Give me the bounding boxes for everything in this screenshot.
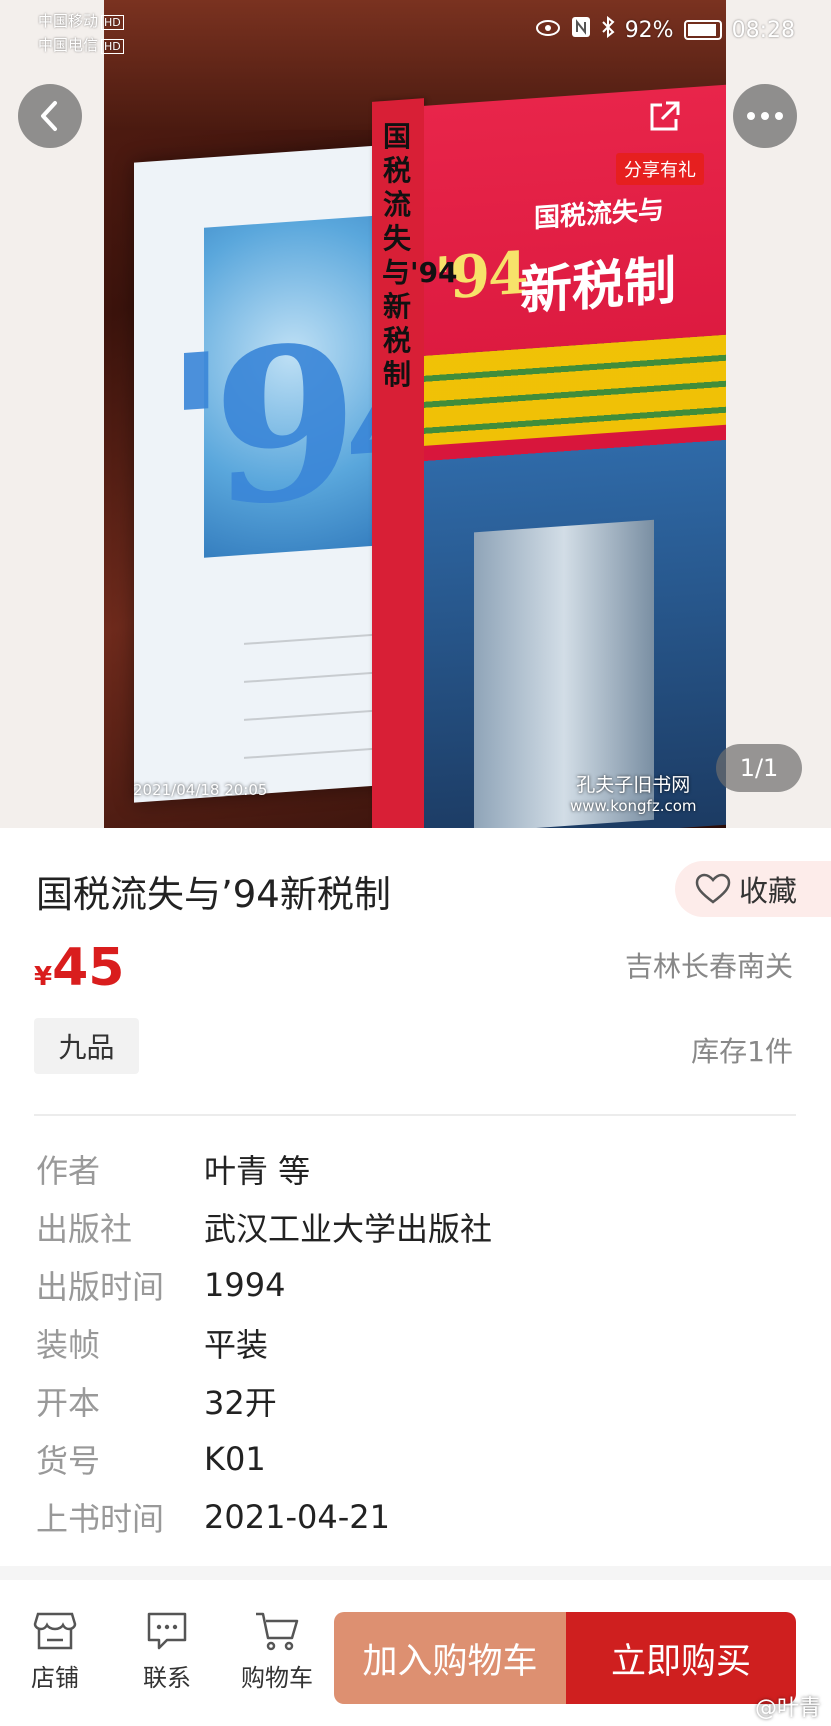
product-title: 国税流失与’94新税制 — [36, 873, 391, 916]
share-button[interactable] — [636, 92, 692, 142]
section-gap — [0, 1566, 831, 1580]
chat-icon — [147, 1612, 187, 1650]
detail-label: 货号 — [36, 1442, 101, 1480]
share-icon — [650, 101, 680, 131]
hd-badge: HD — [101, 15, 124, 30]
photo-page-indicator: 1/1 — [716, 744, 802, 792]
tab-store-label: 店铺 — [31, 1664, 79, 1692]
cart-icon — [256, 1612, 299, 1651]
store-icon — [33, 1612, 77, 1650]
product-photo[interactable]: '94 国税流失与 '94 新税制 国税流失与'94新税制 — [104, 0, 726, 828]
divider — [34, 1114, 796, 1116]
hd-badge: HD — [101, 39, 124, 54]
more-dots-icon — [747, 112, 755, 120]
detail-label: 装帧 — [36, 1326, 101, 1364]
detail-row-binding: 装帧 平装 — [36, 1314, 492, 1372]
clock: 08:28 — [731, 17, 795, 43]
seller-location: 吉林长春南关 — [624, 950, 793, 983]
detail-label: 作者 — [36, 1152, 101, 1190]
favorite-button[interactable]: 收藏 — [675, 861, 831, 917]
add-to-cart-button[interactable]: 加入购物车 — [334, 1612, 566, 1704]
price-value: 45 — [52, 938, 125, 998]
battery-percent: 92% — [624, 17, 674, 43]
detail-label: 出版时间 — [36, 1268, 165, 1306]
more-button[interactable] — [733, 84, 797, 148]
weibo-watermark: @叶青 — [754, 1696, 821, 1721]
cover-subtitle: 国税流失与 — [534, 195, 665, 235]
tab-cart-label: 购物车 — [241, 1664, 313, 1692]
heart-icon — [695, 873, 731, 904]
book-details: 作者 叶青 等 出版社 武汉工业大学出版社 出版时间 1994 装帧 平装 开本 32开 … — [36, 1140, 492, 1546]
detail-row-listed-date: 上书时间 2021-04-21 — [36, 1488, 492, 1546]
chevron-left-icon — [41, 101, 57, 131]
status-indicators: 92% 08:28 — [535, 15, 795, 44]
battery-icon — [683, 20, 722, 40]
carrier-2: 中国电信 HD — [38, 34, 124, 55]
detail-value: 叶青 等 — [204, 1152, 311, 1190]
share-reward-label[interactable]: 分享有礼 — [616, 153, 704, 185]
spine-title: 国税流失与'94新税制 — [382, 120, 458, 391]
back-button[interactable] — [18, 84, 82, 148]
book-front-cover: 国税流失与 '94 新税制 — [424, 84, 726, 828]
tab-cart[interactable]: 购物车 — [232, 1610, 322, 1693]
product-photo-carousel[interactable]: '94 国税流失与 '94 新税制 国税流失与'94新税制 2021/04/18… — [0, 0, 831, 828]
detail-row-publisher: 出版社 武汉工业大学出版社 — [36, 1198, 492, 1256]
currency-symbol: ¥ — [34, 962, 53, 992]
detail-value: K01 — [204, 1440, 266, 1478]
watermark-title: 孔夫子旧书网 — [576, 774, 691, 796]
detail-value: 32开 — [204, 1384, 277, 1422]
stock-count: 库存1件 — [691, 1035, 793, 1068]
price: ¥45 — [34, 938, 124, 998]
tab-contact-label: 联系 — [143, 1664, 191, 1692]
bluetooth-icon — [601, 15, 615, 44]
favorite-label: 收藏 — [739, 874, 798, 908]
detail-value: 1994 — [204, 1266, 286, 1304]
detail-label: 出版社 — [36, 1210, 133, 1248]
eye-comfort-icon — [535, 18, 561, 43]
cover-title: 新税制 — [520, 251, 677, 323]
tab-store[interactable]: 店铺 — [10, 1610, 100, 1693]
tab-contact[interactable]: 联系 — [122, 1610, 212, 1693]
detail-row-publish-date: 出版时间 1994 — [36, 1256, 492, 1314]
detail-row-format: 开本 32开 — [36, 1372, 492, 1430]
detail-value: 平装 — [204, 1326, 269, 1364]
photo-watermark: 孔夫子旧书网 www.kongfz.com — [570, 770, 697, 815]
detail-label: 开本 — [36, 1384, 101, 1422]
bottom-action-bar: 店铺 联系 购物车 加入购物车 立即购买 — [0, 1580, 831, 1726]
detail-row-item-number: 货号 K01 — [36, 1430, 492, 1488]
detail-label: 上书时间 — [36, 1500, 165, 1538]
nfc-icon — [571, 16, 591, 44]
detail-value: 2021-04-21 — [204, 1498, 390, 1536]
detail-value: 武汉工业大学出版社 — [204, 1210, 493, 1248]
detail-row-author: 作者 叶青 等 — [36, 1140, 492, 1198]
watermark-url: www.kongfz.com — [570, 797, 697, 815]
condition-badge: 九品 — [34, 1018, 139, 1074]
carrier-1: 中国移动 HD — [38, 10, 124, 31]
status-bar: 中国移动 HD 中国电信 HD 92% 08:28 — [0, 0, 831, 62]
photo-timestamp: 2021/04/18 20:05 — [133, 781, 268, 799]
